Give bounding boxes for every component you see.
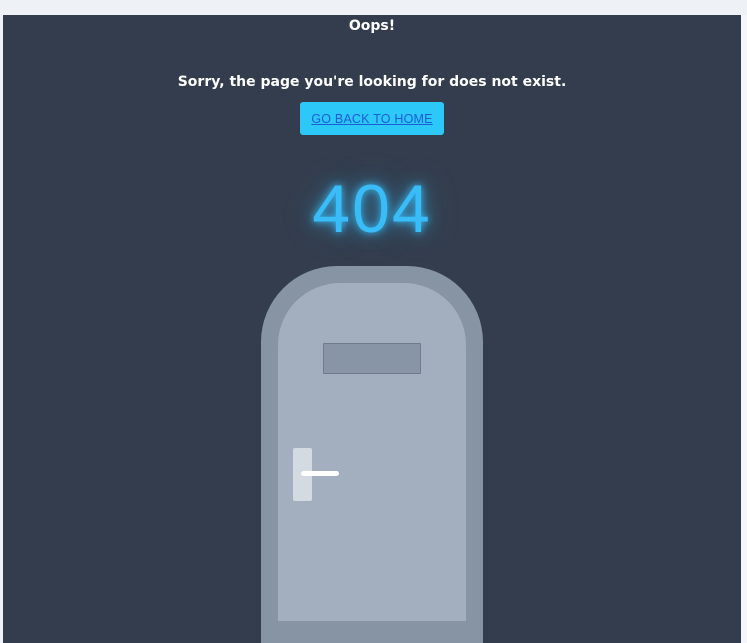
error-code: 404 [312, 171, 432, 247]
scrollbar-track[interactable] [741, 15, 747, 643]
not-found-page: Oops! Sorry, the page you're looking for… [3, 15, 741, 643]
page-title: Oops! [348, 18, 396, 34]
error-message: Sorry, the page you're looking for does … [177, 74, 567, 90]
browser-top-strip [0, 0, 747, 15]
go-home-link[interactable]: GO BACK TO HOME [311, 112, 432, 126]
door-window [323, 343, 421, 374]
go-home-button[interactable]: GO BACK TO HOME [300, 102, 444, 135]
door-handle-icon [301, 471, 339, 476]
